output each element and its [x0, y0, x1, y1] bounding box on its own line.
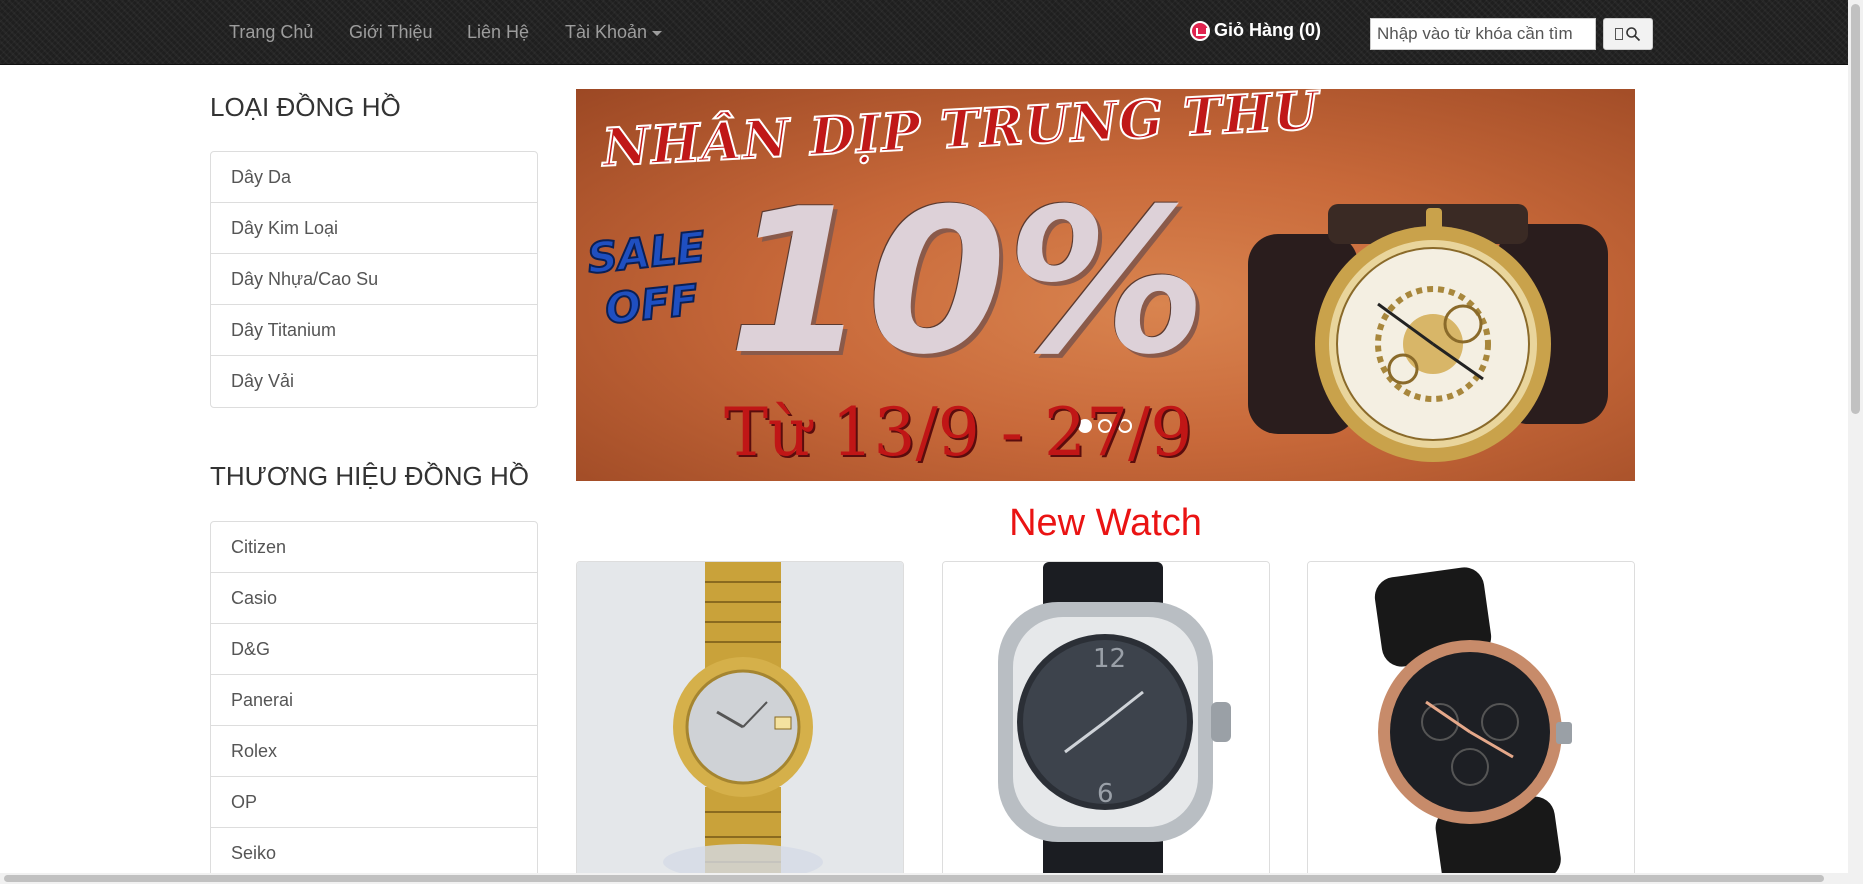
search-input[interactable] [1370, 18, 1596, 50]
category-item[interactable]: Dây Titanium [211, 305, 537, 356]
cart-link[interactable]: Giỏ Hàng (0) [1190, 20, 1321, 41]
banner-dates: Từ 13/9 - 27/9 [724, 394, 1193, 471]
nav-about-link[interactable]: Giới Thiệu [349, 20, 433, 44]
chronograph-watch-image [1308, 562, 1634, 883]
new-watch-heading: New Watch [1009, 502, 1202, 544]
shopping-basket-icon [1190, 20, 1210, 41]
nav-account-dropdown[interactable]: Tài Khoản [565, 20, 663, 44]
nav-contact-link[interactable]: Liên Hệ [467, 20, 529, 44]
vertical-scrollbar[interactable] [1848, 0, 1863, 884]
search-button[interactable] [1603, 18, 1653, 50]
banner-discount: 10% [728, 166, 1207, 399]
chevron-down-icon [652, 30, 663, 36]
brand-item[interactable]: Panerai [211, 675, 537, 726]
nav-account-label: Tài Khoản [565, 22, 648, 42]
categories-list: Dây Da Dây Kim Loại Dây Nhựa/Cao Su Dây … [210, 151, 538, 408]
brand-item[interactable]: Citizen [211, 522, 537, 573]
categories-title: LOẠI ĐỒNG HỒ [210, 92, 401, 122]
product-card[interactable]: 12 6 [942, 561, 1270, 884]
brand-item[interactable]: D&G [211, 624, 537, 675]
horizontal-scrollbar[interactable] [0, 873, 1848, 884]
brand-item[interactable]: Rolex [211, 726, 537, 777]
horizontal-scrollbar-thumb[interactable] [4, 875, 1824, 882]
vertical-scrollbar-thumb[interactable] [1851, 4, 1860, 414]
nav-home-link[interactable]: Trang Chủ [229, 20, 313, 44]
banner-watch-image [1248, 204, 1608, 462]
missing-glyph-icon [1615, 28, 1623, 40]
cart-label: Giỏ Hàng (0) [1214, 20, 1321, 40]
category-item[interactable]: Dây Da [211, 152, 537, 203]
brand-item[interactable]: OP [211, 777, 537, 828]
banner-sale-badge: SALE OFF [579, 220, 719, 337]
product-card[interactable] [1307, 561, 1635, 884]
brand-item[interactable]: Casio [211, 573, 537, 624]
category-item[interactable]: Dây Nhựa/Cao Su [211, 254, 537, 305]
svg-text:12: 12 [1093, 644, 1126, 674]
search-icon [1626, 27, 1641, 42]
brands-list: Citizen Casio D&G Panerai Rolex OP Seiko [210, 521, 538, 880]
brands-title: THƯƠNG HIỆU ĐỒNG HỒ [210, 461, 529, 491]
top-navbar: Trang Chủ Giới Thiệu Liên Hệ Tài Khoản G… [0, 0, 1848, 65]
gold-watch-image [577, 562, 903, 883]
category-item[interactable]: Dây Kim Loại [211, 203, 537, 254]
category-item[interactable]: Dây Vải [211, 356, 537, 407]
product-card[interactable] [576, 561, 904, 884]
brand-item[interactable]: Seiko [211, 828, 537, 879]
promo-banner-carousel[interactable]: NHÂN DỊP TRUNG THU SALE OFF 10% Từ 13/9 … [576, 89, 1635, 481]
silver-watch-image: 12 6 [943, 562, 1269, 883]
svg-text:6: 6 [1097, 779, 1114, 809]
